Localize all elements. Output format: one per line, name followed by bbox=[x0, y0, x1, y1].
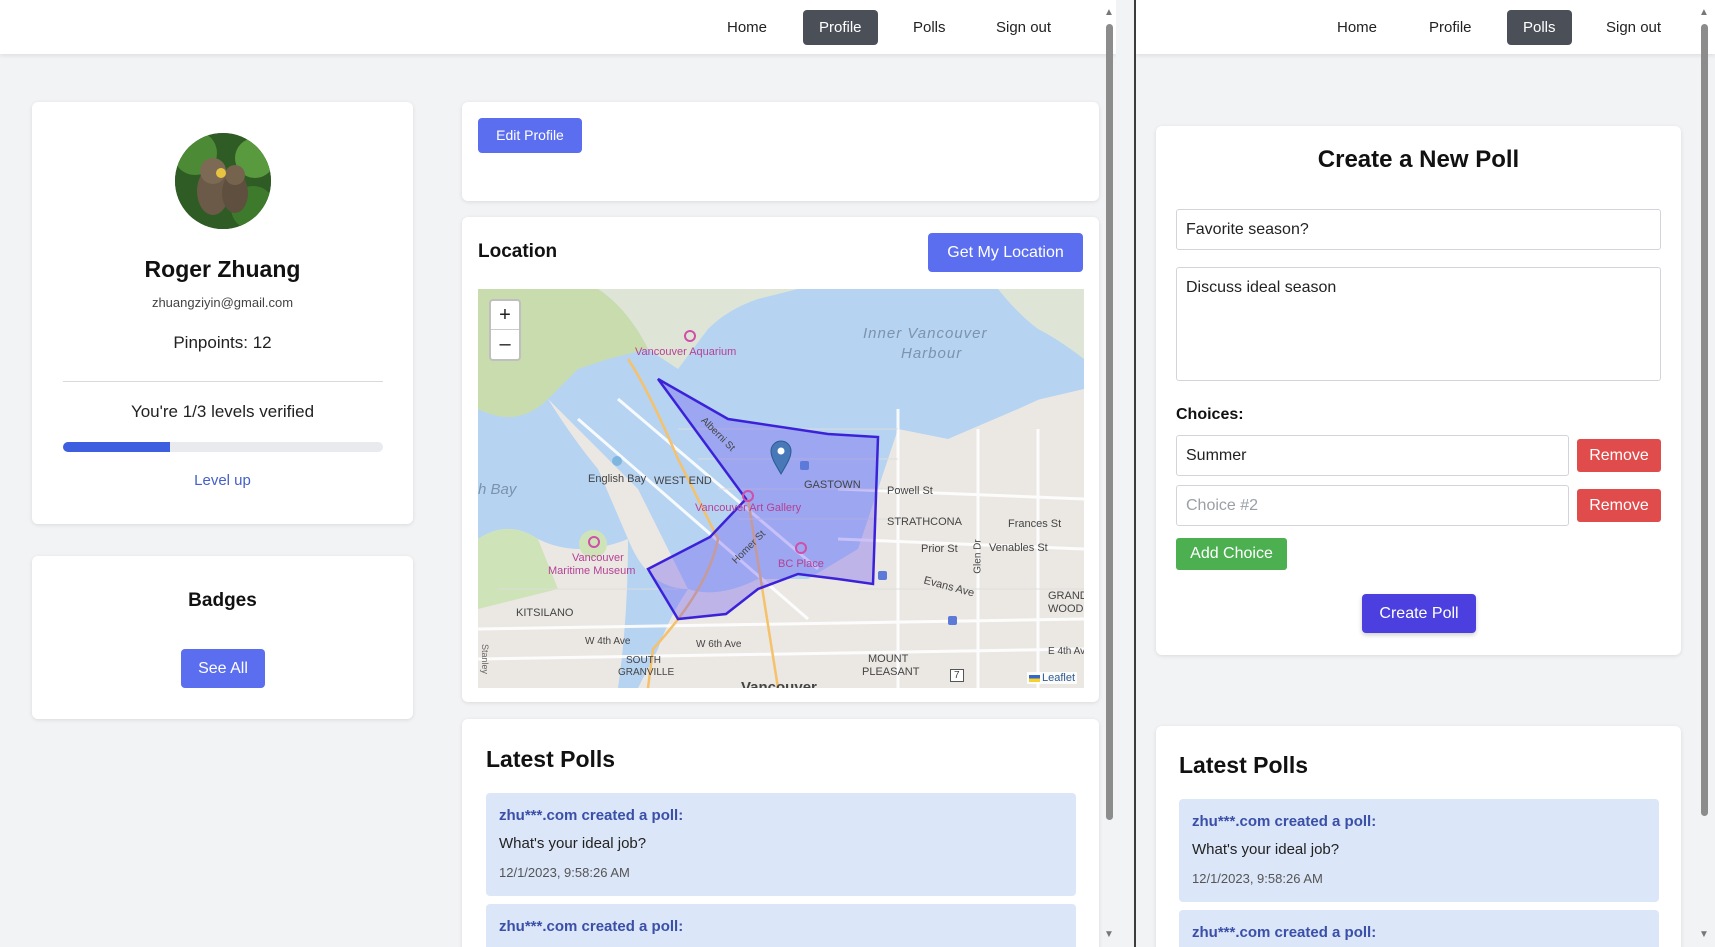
map-tiles bbox=[478, 289, 1084, 688]
nav-polls[interactable]: Polls bbox=[1507, 10, 1572, 45]
see-all-button[interactable]: See All bbox=[181, 649, 265, 688]
badges-title: Badges bbox=[188, 590, 257, 611]
map-label: E 4th Av bbox=[1048, 646, 1084, 657]
nav-profile[interactable]: Profile bbox=[803, 10, 878, 45]
poll-author: zhu***.com created a poll: bbox=[1192, 924, 1377, 941]
choice-input-2[interactable]: Choice #2 bbox=[1176, 485, 1569, 526]
poll-author: zhu***.com created a poll: bbox=[499, 807, 684, 824]
map-label: W 6th Ave bbox=[696, 639, 742, 650]
create-poll-card bbox=[1156, 126, 1681, 655]
scroll-down-icon[interactable]: ▼ bbox=[1699, 930, 1709, 940]
latest-polls-title: Latest Polls bbox=[1179, 752, 1309, 778]
poll-question: What's your ideal job? bbox=[1192, 841, 1340, 858]
nav-sign-out[interactable]: Sign out bbox=[1590, 10, 1677, 45]
choices-label: Choices: bbox=[1176, 406, 1244, 423]
map-label: h Bay bbox=[478, 481, 517, 498]
map-label: Stanley bbox=[480, 643, 491, 675]
map-label: WOODLAN bbox=[1048, 603, 1084, 615]
badges-card bbox=[32, 556, 413, 719]
map-label: Vancouver Art Gallery bbox=[695, 502, 802, 514]
poll-author: zhu***.com created a poll: bbox=[499, 918, 684, 935]
left-window: Home Profile Polls Sign out Roger Zhuang… bbox=[0, 0, 1116, 947]
top-navbar: Home Profile Polls Sign out bbox=[1136, 0, 1715, 54]
profile-email: zhuangziyin@gmail.com bbox=[151, 295, 294, 310]
map-zoom-control: + – bbox=[489, 299, 521, 361]
map-label: English Bay bbox=[588, 473, 647, 485]
divider bbox=[63, 381, 383, 382]
zoom-out-button[interactable]: – bbox=[491, 330, 519, 359]
nav-sign-out[interactable]: Sign out bbox=[980, 10, 1067, 45]
profile-name: Roger Zhuang bbox=[144, 256, 301, 282]
map-label: Vancouver bbox=[572, 552, 624, 564]
poll-item[interactable]: zhu***.com created a poll: bbox=[1179, 910, 1659, 947]
verification-text: You're 1/3 levels verified bbox=[130, 402, 315, 421]
verification-progress-bar bbox=[63, 442, 383, 452]
nav-home[interactable]: Home bbox=[711, 10, 783, 45]
map-attribution[interactable]: Leaflet bbox=[1027, 672, 1078, 684]
window-divider bbox=[1116, 0, 1136, 947]
scroll-down-icon[interactable]: ▼ bbox=[1104, 930, 1114, 940]
ukraine-flag-icon bbox=[1029, 674, 1040, 682]
poll-author: zhu***.com created a poll: bbox=[1192, 813, 1377, 830]
scrollbar-thumb[interactable] bbox=[1106, 24, 1113, 820]
nav-profile[interactable]: Profile bbox=[1413, 10, 1488, 45]
add-choice-button[interactable]: Add Choice bbox=[1176, 538, 1287, 570]
poll-item[interactable]: zhu***.com created a poll: What's your i… bbox=[1179, 799, 1659, 902]
edit-profile-button[interactable]: Edit Profile bbox=[478, 118, 582, 153]
choice-input-1[interactable]: Summer bbox=[1176, 435, 1569, 476]
map-label: Maritime Museum bbox=[548, 565, 636, 577]
map-label: Venables St bbox=[989, 542, 1048, 554]
map-label: SOUTH bbox=[626, 655, 661, 666]
scrollbar[interactable]: ▲ ▼ bbox=[1697, 0, 1711, 947]
remove-choice-button-1[interactable]: Remove bbox=[1577, 439, 1661, 472]
scrollbar-thumb[interactable] bbox=[1701, 24, 1708, 816]
poll-item[interactable]: zhu***.com created a poll: What's your i… bbox=[486, 793, 1076, 896]
get-my-location-button[interactable]: Get My Location bbox=[928, 233, 1083, 272]
map-label: GRANDVIE bbox=[1048, 590, 1084, 602]
scrollbar[interactable]: ▲ ▼ bbox=[1102, 0, 1116, 947]
poll-item[interactable]: zhu***.com created a poll: bbox=[486, 904, 1076, 947]
poll-timestamp: 12/1/2023, 9:58:26 AM bbox=[1192, 871, 1323, 886]
scroll-up-icon[interactable]: ▲ bbox=[1699, 8, 1709, 18]
map-label: MOUNT bbox=[868, 653, 909, 665]
pinpoints-count: Pinpoints: 12 bbox=[173, 333, 272, 352]
top-navbar: Home Profile Polls Sign out bbox=[0, 0, 1116, 54]
poll-question-input[interactable]: Favorite season? bbox=[1176, 209, 1661, 250]
map-label: GASTOWN bbox=[804, 479, 861, 491]
location-map[interactable]: + – Inner Vancouver Harbour Vancouver Aq… bbox=[478, 289, 1084, 688]
map-label: Vancouver bbox=[741, 679, 817, 688]
nav-home[interactable]: Home bbox=[1321, 10, 1393, 45]
poll-timestamp: 12/1/2023, 9:58:26 AM bbox=[499, 865, 630, 880]
zoom-in-button[interactable]: + bbox=[491, 301, 519, 330]
right-window: Home Profile Polls Sign out Create a New… bbox=[1136, 0, 1715, 947]
latest-polls-title: Latest Polls bbox=[486, 746, 616, 772]
map-label: WEST END bbox=[654, 475, 712, 487]
map-label: GRANVILLE bbox=[618, 667, 675, 678]
scroll-up-icon[interactable]: ▲ bbox=[1104, 8, 1114, 18]
attribution-label: Leaflet bbox=[1042, 672, 1076, 684]
avatar bbox=[175, 133, 271, 229]
map-label: Prior St bbox=[921, 543, 958, 555]
location-title: Location bbox=[478, 241, 558, 262]
map-label: Vancouver Aquarium bbox=[635, 346, 737, 358]
poll-description-textarea[interactable]: Discuss ideal season bbox=[1176, 267, 1661, 381]
map-label: KITSILANO bbox=[516, 607, 574, 619]
level-up-link[interactable]: Level up bbox=[32, 472, 413, 489]
map-label: Glen Dr bbox=[972, 539, 984, 574]
map-label: Inner Vancouver bbox=[863, 325, 988, 342]
map-label: Powell St bbox=[887, 485, 933, 497]
nav-polls[interactable]: Polls bbox=[897, 10, 962, 45]
map-label: Harbour bbox=[901, 345, 963, 362]
map-label: Frances St bbox=[1008, 518, 1062, 530]
create-poll-title: Create a New Poll bbox=[1317, 146, 1520, 173]
verification-progress-fill bbox=[63, 442, 170, 452]
remove-choice-button-2[interactable]: Remove bbox=[1577, 489, 1661, 522]
map-label: 7 bbox=[950, 669, 964, 682]
map-label: W 4th Ave bbox=[585, 636, 631, 647]
poll-question: What's your ideal job? bbox=[499, 835, 647, 852]
create-poll-button[interactable]: Create Poll bbox=[1362, 594, 1476, 633]
map-label: PLEASANT bbox=[862, 666, 920, 678]
map-label: STRATHCONA bbox=[887, 516, 962, 528]
map-label: BC Place bbox=[778, 558, 824, 570]
